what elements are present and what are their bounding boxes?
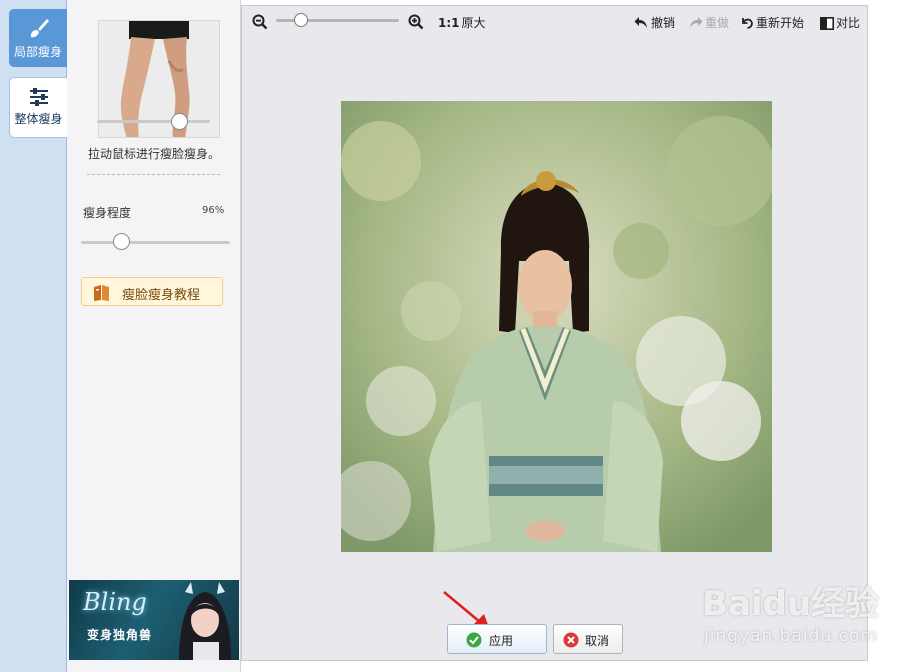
compare-label: 对比 (836, 16, 861, 30)
tool-tab-strip: 局部瘦身 整体瘦身 (0, 0, 67, 672)
original-size-button[interactable]: 1:1 原大 (438, 14, 486, 32)
compare-button[interactable]: 对比 (820, 14, 860, 32)
instruction-text: 拉动鼠标进行瘦脸瘦身。 (87, 147, 220, 161)
tutorial-label: 瘦脸瘦身教程 (122, 288, 201, 303)
apply-label: 应用 (489, 634, 514, 648)
sliders-icon (29, 88, 48, 106)
promo-banner[interactable]: Bling 变身独角兽 (69, 580, 239, 660)
settings-panel: 拉动鼠标进行瘦脸瘦身。 瘦身程度 96% 瘦脸瘦身教程 Bling 变身独角兽 (67, 0, 241, 672)
zoom-in-icon (408, 14, 424, 30)
undo-button[interactable]: 撤销 (634, 14, 675, 32)
original-size-label: 原大 (461, 16, 486, 30)
apply-button[interactable]: 应用 (447, 624, 547, 654)
tab-local-label: 局部瘦身 (13, 45, 62, 59)
cancel-label: 取消 (585, 634, 610, 648)
preview-slider-handle[interactable] (171, 113, 188, 130)
zoom-slider-handle[interactable] (293, 13, 308, 27)
brush-icon (30, 19, 49, 38)
undo-icon (634, 17, 647, 28)
book-icon (94, 285, 109, 301)
banner-portrait-image (179, 582, 231, 660)
cancel-button[interactable]: 取消 (553, 624, 623, 654)
restart-button[interactable]: 重新开始 (740, 14, 804, 32)
editor-stage: 1:1 原大 撤销 重做 重新开始 对比 应用 取消 (241, 5, 868, 661)
redo-button[interactable]: 重做 (688, 14, 729, 32)
slim-degree-slider[interactable] (81, 241, 230, 244)
ratio-label: 1:1 (438, 16, 460, 30)
slim-degree-value: 96% (202, 205, 225, 216)
tab-local-slimming[interactable]: 局部瘦身 (9, 9, 67, 67)
slim-degree-handle[interactable] (112, 233, 130, 250)
zoom-out-button[interactable] (252, 14, 270, 32)
check-icon (466, 632, 482, 648)
edited-photo[interactable] (341, 101, 772, 552)
undo-label: 撤销 (651, 16, 676, 30)
restart-icon (742, 18, 753, 29)
divider (87, 174, 220, 175)
preview-slider-track[interactable] (97, 120, 210, 123)
redo-label: 重做 (705, 16, 730, 30)
slim-degree-label: 瘦身程度 (83, 206, 132, 220)
zoom-out-icon (252, 14, 268, 30)
close-icon (563, 632, 579, 648)
redo-icon (690, 17, 703, 28)
tutorial-button[interactable]: 瘦脸瘦身教程 (81, 277, 223, 306)
tab-whole-label: 整体瘦身 (14, 112, 63, 126)
tab-whole-slimming[interactable]: 整体瘦身 (9, 77, 67, 138)
compare-icon (820, 17, 834, 30)
banner-subtitle: 变身独角兽 (87, 628, 153, 642)
toolbar: 1:1 原大 撤销 重做 重新开始 对比 (242, 6, 867, 38)
banner-title: Bling (83, 588, 147, 616)
zoom-in-button[interactable] (408, 14, 426, 32)
restart-label: 重新开始 (756, 16, 805, 30)
